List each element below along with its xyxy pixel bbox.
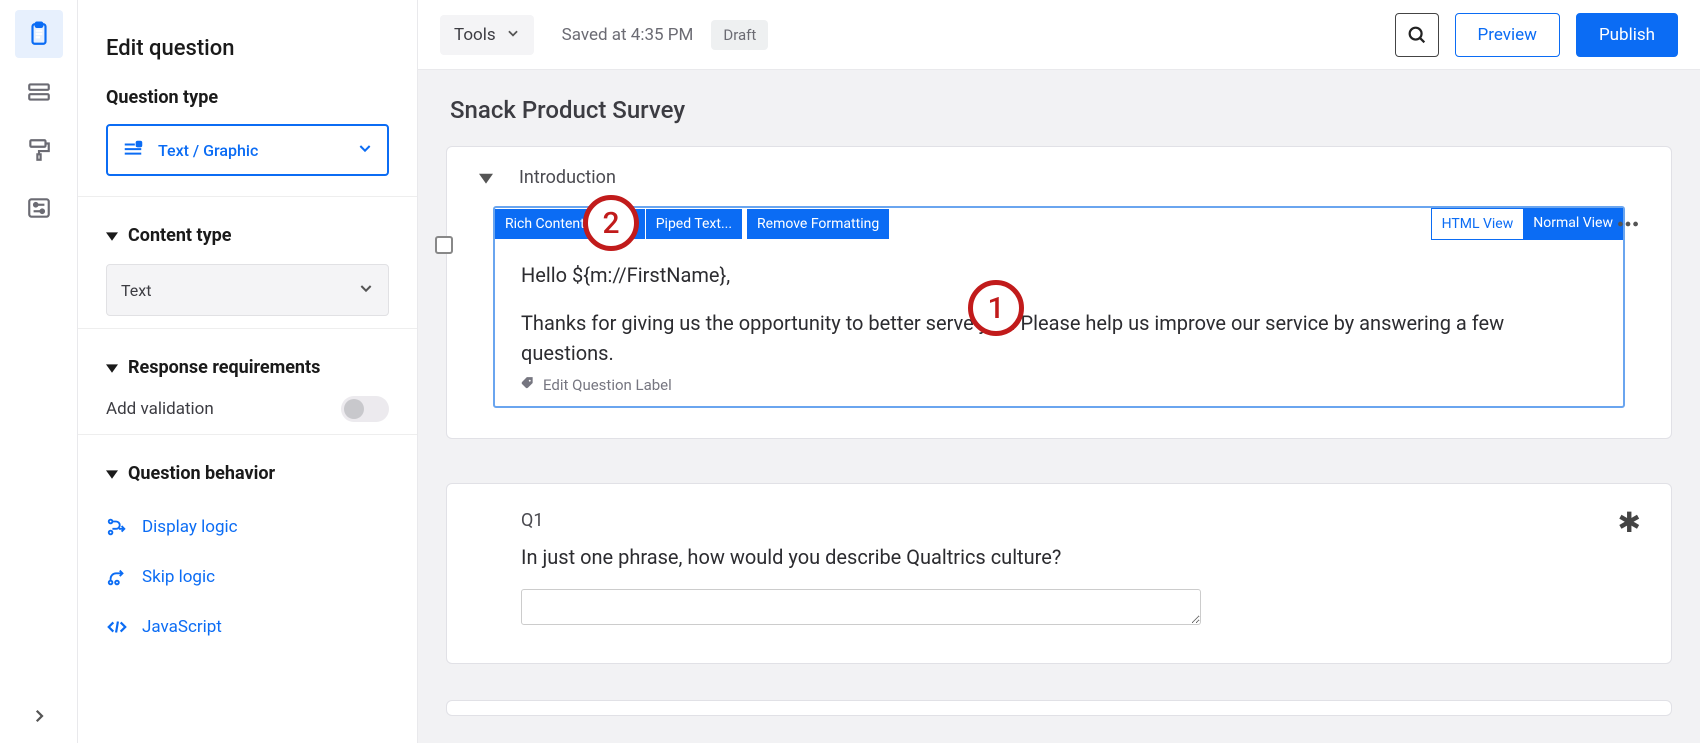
rail-expand-button[interactable] xyxy=(0,707,78,725)
chevron-down-icon xyxy=(506,25,520,45)
text-graphic-icon xyxy=(122,139,144,161)
question-type-select[interactable]: Text / Graphic xyxy=(106,124,389,176)
question-type-label: Question type xyxy=(106,87,389,108)
display-logic-icon xyxy=(106,516,128,538)
next-block-peek xyxy=(446,700,1672,716)
chevron-down-icon xyxy=(358,280,374,300)
code-icon xyxy=(106,616,128,638)
content-type-value: Text xyxy=(121,281,151,300)
chevron-right-icon xyxy=(30,707,48,725)
left-icon-rail xyxy=(0,0,78,743)
editor-toolbar: Rich Content Editor... Piped Text... Rem… xyxy=(495,208,1623,240)
block-name[interactable]: Introduction xyxy=(519,167,616,188)
question-number: Q1 xyxy=(521,510,1637,531)
rail-item-survey[interactable] xyxy=(15,10,63,58)
question-type-value: Text / Graphic xyxy=(158,141,258,160)
response-requirements-header[interactable]: Response requirements xyxy=(106,357,389,378)
normal-view-button[interactable]: Normal View xyxy=(1523,208,1623,240)
tools-label: Tools xyxy=(454,25,496,45)
display-logic-button[interactable]: Display logic xyxy=(106,502,389,552)
html-view-button[interactable]: HTML View xyxy=(1431,208,1524,240)
question-editor: Rich Content Editor... Piped Text... Rem… xyxy=(493,206,1625,408)
search-button[interactable] xyxy=(1395,13,1439,57)
question-text-editor[interactable]: Hello ${m://FirstName}, Thanks for givin… xyxy=(495,240,1623,374)
caret-down-icon xyxy=(106,362,118,374)
display-logic-label: Display logic xyxy=(142,517,238,537)
caret-down-icon xyxy=(106,468,118,480)
panel-title: Edit question xyxy=(106,36,389,61)
survey-canvas: Snack Product Survey Introduction Rich C… xyxy=(418,70,1700,743)
response-requirements-label: Response requirements xyxy=(128,357,320,378)
saved-status: Saved at 4:35 PM xyxy=(562,25,694,45)
topbar: Tools Saved at 4:35 PM Draft Preview Pub… xyxy=(418,0,1700,70)
block-collapse-toggle[interactable] xyxy=(479,171,493,185)
question-card-q1[interactable]: ✱ Q1 In just one phrase, how would you d… xyxy=(446,483,1672,664)
block-card-introduction: Introduction Rich Content Editor... Pipe… xyxy=(446,146,1672,439)
question-text: In just one phrase, how would you descri… xyxy=(521,545,1637,569)
rail-item-look[interactable] xyxy=(15,126,63,174)
rail-item-flow[interactable] xyxy=(15,68,63,116)
remove-formatting-button[interactable]: Remove Formatting xyxy=(747,209,890,239)
skip-logic-button[interactable]: Skip logic xyxy=(106,552,389,602)
draft-badge: Draft xyxy=(711,20,768,50)
javascript-button[interactable]: JavaScript xyxy=(106,602,389,652)
rows-icon xyxy=(26,79,52,105)
question-behavior-label: Question behavior xyxy=(128,463,275,484)
more-horizontal-icon xyxy=(1615,211,1641,237)
rich-content-editor-button[interactable]: Rich Content Editor... xyxy=(495,209,646,239)
sliders-icon xyxy=(26,195,52,221)
question-actions-menu[interactable] xyxy=(1615,211,1641,241)
q1-response-input[interactable] xyxy=(521,589,1201,625)
question-behavior-header[interactable]: Question behavior xyxy=(106,463,389,484)
edit-question-panel: Edit question Question type Text / Graph… xyxy=(78,0,418,743)
publish-button[interactable]: Publish xyxy=(1576,13,1678,57)
edit-question-label-button[interactable]: Edit Question Label xyxy=(495,374,1623,394)
skip-logic-icon xyxy=(106,566,128,588)
piped-text-button[interactable]: Piped Text... xyxy=(646,209,743,239)
add-validation-toggle[interactable] xyxy=(341,396,389,422)
content-type-select[interactable]: Text xyxy=(106,264,389,316)
tag-icon xyxy=(521,376,535,394)
content-type-header[interactable]: Content type xyxy=(106,225,389,246)
rail-item-options[interactable] xyxy=(15,184,63,232)
chevron-down-icon xyxy=(357,140,373,160)
survey-title: Snack Product Survey xyxy=(450,96,1672,124)
required-star-icon: ✱ xyxy=(1618,506,1641,539)
caret-down-icon xyxy=(106,230,118,242)
tools-menu-button[interactable]: Tools xyxy=(440,15,534,55)
main-area: Tools Saved at 4:35 PM Draft Preview Pub… xyxy=(418,0,1700,743)
content-type-label: Content type xyxy=(128,225,232,246)
clipboard-icon xyxy=(26,21,52,47)
paint-roller-icon xyxy=(26,137,52,163)
intro-line-2: Thanks for giving us the opportunity to … xyxy=(521,308,1597,368)
skip-logic-label: Skip logic xyxy=(142,567,215,587)
javascript-label: JavaScript xyxy=(142,617,222,637)
add-validation-label: Add validation xyxy=(106,399,214,419)
search-icon xyxy=(1406,24,1428,46)
question-select-checkbox[interactable] xyxy=(435,236,453,254)
intro-line-1: Hello ${m://FirstName}, xyxy=(521,260,1597,290)
preview-button[interactable]: Preview xyxy=(1455,13,1560,57)
